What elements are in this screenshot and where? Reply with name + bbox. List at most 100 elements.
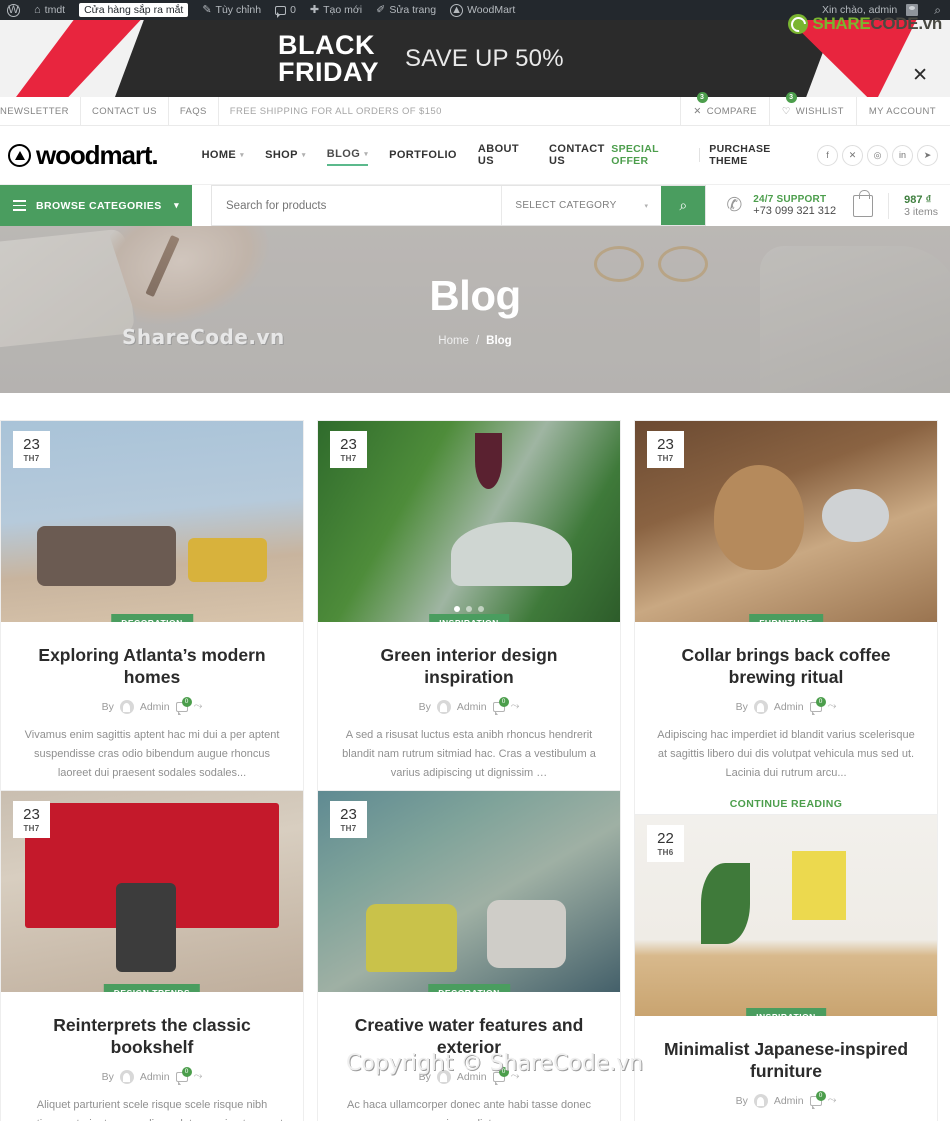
post-date-day: 23 bbox=[657, 435, 674, 453]
adminbar-site[interactable]: ⌂ tmdt bbox=[27, 0, 72, 20]
post-author[interactable]: Admin bbox=[140, 701, 170, 713]
adminbar-coming-soon[interactable]: Cửa hàng sắp ra mắt bbox=[72, 0, 195, 20]
close-icon[interactable]: ✕ bbox=[912, 66, 928, 85]
cart-icon[interactable] bbox=[853, 189, 874, 217]
adminbar-woodmart-label: WoodMart bbox=[467, 4, 516, 16]
post-by-label: By bbox=[101, 1070, 114, 1083]
search-input[interactable] bbox=[212, 186, 502, 225]
blog-card-image[interactable]: 23 TH7 DECORATION bbox=[318, 791, 620, 992]
post-excerpt: Aliquet parturient scele risque scele ri… bbox=[21, 1098, 283, 1121]
nav-item-blog[interactable]: BLOG ▾ bbox=[326, 144, 369, 166]
nav-item-about-us[interactable]: ABOUT US bbox=[478, 139, 528, 171]
topbar-link-contact[interactable]: CONTACT US bbox=[81, 96, 169, 126]
x-icon[interactable]: ✕ bbox=[842, 144, 863, 166]
avatar bbox=[436, 699, 451, 714]
divider bbox=[699, 148, 701, 162]
share-icon[interactable]: ⤳ bbox=[194, 700, 203, 713]
post-meta: By Admin 0 ⤳ bbox=[19, 696, 285, 715]
share-icon[interactable]: ⤳ bbox=[194, 1070, 203, 1083]
linkedin-icon[interactable]: in bbox=[892, 144, 913, 166]
adminbar-wordpress[interactable]: W bbox=[0, 0, 27, 20]
chevron-down-icon: ▾ bbox=[301, 152, 306, 159]
hamburger-icon bbox=[13, 200, 26, 211]
sharecode-brand-a: SHARE bbox=[812, 14, 871, 33]
share-icon[interactable]: ⤳ bbox=[828, 1094, 837, 1107]
adminbar-new[interactable]: ✚ Tạo mới bbox=[303, 0, 369, 20]
post-title[interactable]: Minimalist Japanese-inspired furniture bbox=[653, 1039, 919, 1083]
nav-item-home[interactable]: HOME ▾ bbox=[202, 145, 245, 165]
post-category-badge[interactable]: FURNITURE bbox=[749, 614, 823, 622]
post-title[interactable]: Reinterprets the classic bookshelf bbox=[19, 1015, 285, 1059]
slider-dots[interactable] bbox=[454, 606, 484, 612]
adminbar-edit-label: Sửa trang bbox=[389, 4, 437, 16]
continue-reading-link[interactable]: CONTINUE READING bbox=[653, 798, 919, 810]
share-icon[interactable]: ⤳ bbox=[828, 700, 837, 713]
post-author[interactable]: Admin bbox=[774, 701, 804, 713]
nav-item-contact-us[interactable]: CONTACT US bbox=[549, 139, 611, 171]
blog-card-image[interactable]: 23 TH7 INSPIRATION bbox=[318, 421, 620, 622]
comment-icon[interactable]: 0 bbox=[492, 696, 509, 715]
comment-icon[interactable]: 0 bbox=[175, 696, 192, 715]
post-date-month: TH6 bbox=[657, 847, 674, 857]
nav-label: ABOUT US bbox=[477, 143, 519, 167]
search-category-select[interactable]: SELECT CATEGORY ▾ bbox=[501, 186, 661, 225]
adminbar-edit-page[interactable]: ✐ Sửa trang bbox=[369, 0, 443, 20]
post-by-label: By bbox=[418, 700, 431, 713]
cart-summary[interactable]: 987 ₫ 3 items bbox=[904, 194, 938, 218]
telegram-icon[interactable]: ➤ bbox=[917, 144, 938, 166]
adminbar-comments[interactable]: 0 bbox=[268, 0, 303, 20]
topbar-my-account[interactable]: MY ACCOUNT bbox=[855, 96, 950, 126]
post-title[interactable]: Green interior design inspiration bbox=[336, 645, 602, 689]
post-title[interactable]: Exploring Atlanta’s modern homes bbox=[19, 645, 285, 689]
post-category-badge[interactable]: DECORATION bbox=[111, 614, 193, 622]
post-comment-count: 0 bbox=[815, 696, 826, 707]
search-submit-button[interactable]: ⌕ bbox=[661, 186, 706, 225]
adminbar-customize[interactable]: ✎ Tùy chỉnh bbox=[195, 0, 268, 20]
topbar-link-newsletter[interactable]: NEWSLETTER bbox=[0, 96, 81, 126]
phone-icon: ✆ bbox=[726, 195, 743, 216]
site-logo[interactable]: woodmart. bbox=[0, 140, 159, 171]
blog-card-image[interactable]: 23 TH7 DECORATION bbox=[1, 421, 303, 622]
comment-icon[interactable]: 0 bbox=[809, 696, 826, 715]
share-icon[interactable]: ⤳ bbox=[511, 700, 520, 713]
topbar-wishlist[interactable]: ♡ 3 WISHLIST bbox=[768, 91, 856, 126]
comment-icon[interactable]: 0 bbox=[175, 1066, 192, 1085]
post-by-label: By bbox=[101, 700, 114, 713]
blog-card-image[interactable]: 22 TH6 INSPIRATION bbox=[635, 815, 937, 1016]
support-phone: +73 099 321 312 bbox=[753, 205, 837, 217]
page-hero: Blog Home / Blog bbox=[0, 226, 950, 393]
post-category-badge[interactable]: INSPIRATION bbox=[429, 614, 509, 622]
post-category-badge[interactable]: INSPIRATION bbox=[746, 1008, 826, 1016]
post-category-badge[interactable]: DESIGN TRENDS bbox=[103, 984, 201, 992]
breadcrumb-home[interactable]: Home bbox=[438, 335, 469, 347]
post-excerpt: Ac haca ullamcorper donec ante habi tass… bbox=[347, 1098, 591, 1121]
chevron-down-icon: ▾ bbox=[240, 152, 245, 159]
chevron-down-icon: ▾ bbox=[174, 200, 179, 210]
topbar-link-faqs[interactable]: FAQS bbox=[169, 96, 219, 126]
sharecode-watermark: SHARECODE.vn bbox=[788, 14, 942, 34]
nav-item-shop[interactable]: SHOP ▾ bbox=[265, 145, 306, 165]
post-author[interactable]: Admin bbox=[457, 701, 487, 713]
search-icon: ⌕ bbox=[679, 197, 688, 213]
post-author[interactable]: Admin bbox=[774, 1095, 804, 1107]
post-meta: By Admin 0 ⤳ bbox=[653, 1090, 919, 1109]
pinterest-icon[interactable]: ◎ bbox=[867, 144, 888, 166]
blog-card-image[interactable]: 23 TH7 DESIGN TRENDS bbox=[1, 791, 303, 992]
topbar-shipping-note: FREE SHIPPING FOR ALL ORDERS OF $150 bbox=[229, 105, 442, 117]
post-category-badge[interactable]: DECORATION bbox=[428, 984, 510, 992]
special-offer-link[interactable]: SPECIAL OFFER bbox=[611, 143, 690, 167]
blog-card-image[interactable]: 23 TH7 FURNITURE bbox=[635, 421, 937, 622]
post-title[interactable]: Collar brings back coffee brewing ritual bbox=[653, 645, 919, 689]
purchase-theme-link[interactable]: PURCHASE THEME bbox=[709, 143, 802, 167]
post-author[interactable]: Admin bbox=[140, 1071, 170, 1083]
adminbar-woodmart[interactable]: ▲ WoodMart bbox=[443, 0, 522, 20]
cart-amount: 987 ₫ bbox=[904, 193, 932, 206]
search-box: SELECT CATEGORY ▾ ⌕ bbox=[211, 185, 707, 226]
browse-categories-button[interactable]: BROWSE CATEGORIES ▾ bbox=[0, 185, 192, 226]
search-row: BROWSE CATEGORIES ▾ SELECT CATEGORY ▾ ⌕ … bbox=[0, 185, 950, 226]
nav-item-portfolio[interactable]: PORTFOLIO bbox=[389, 145, 457, 165]
topbar-compare[interactable]: ✕ 3 COMPARE bbox=[680, 91, 769, 126]
facebook-icon[interactable]: f bbox=[817, 144, 838, 166]
comment-icon[interactable]: 0 bbox=[809, 1090, 826, 1109]
post-by-label: By bbox=[735, 700, 748, 713]
